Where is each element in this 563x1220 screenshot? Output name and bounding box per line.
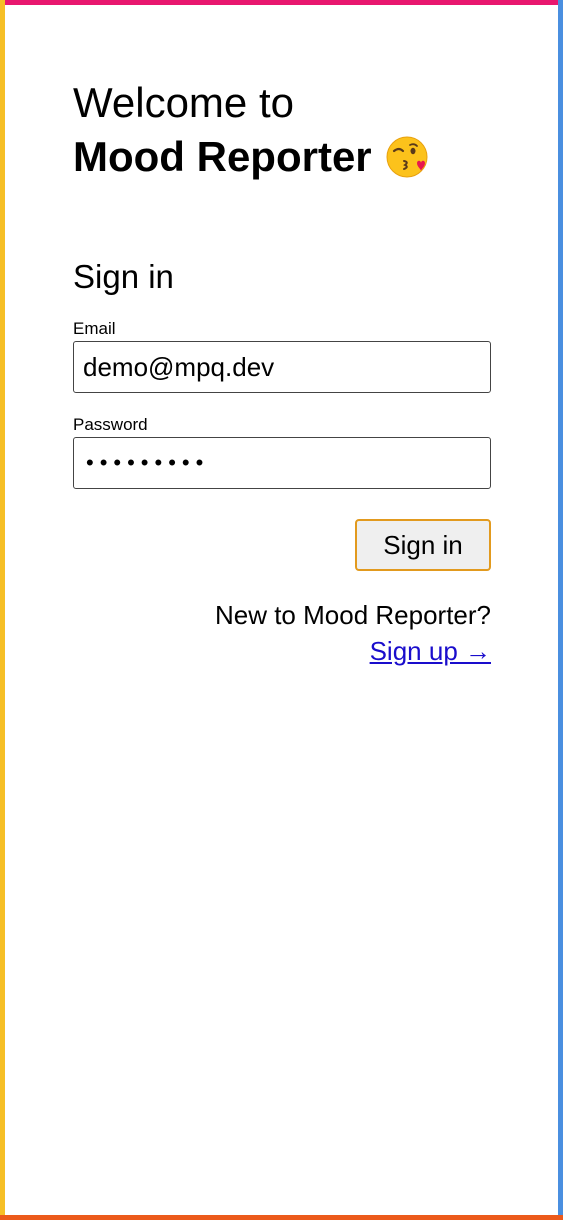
- frame-border-bottom: [0, 1215, 563, 1220]
- frame-border-left: [0, 0, 5, 1220]
- email-field[interactable]: [73, 341, 491, 393]
- password-field[interactable]: •••••••••: [73, 437, 491, 489]
- password-label: Password: [73, 415, 148, 434]
- signup-link[interactable]: Sign up →: [370, 636, 491, 667]
- new-user-prompt: New to Mood Reporter?: [214, 600, 491, 630]
- email-label: Email: [73, 319, 116, 338]
- app-title: Mood Reporter: [73, 128, 491, 186]
- kissing-face-wink-heart-icon: [384, 134, 430, 180]
- app-frame: Welcome to Mood Reporter Sign in Email d…: [0, 0, 563, 1220]
- signin-panel: Welcome to Mood Reporter Sign in Email d…: [73, 78, 491, 666]
- app-name-text: Mood Reporter: [73, 133, 372, 180]
- password-masked-value: •••••••••: [86, 450, 210, 475]
- signin-button[interactable]: Sign in: [355, 519, 491, 571]
- signin-heading: Sign in: [73, 258, 174, 295]
- welcome-heading: Welcome to: [73, 79, 294, 126]
- frame-border-top: [0, 0, 563, 5]
- frame-border-right: [558, 0, 563, 1220]
